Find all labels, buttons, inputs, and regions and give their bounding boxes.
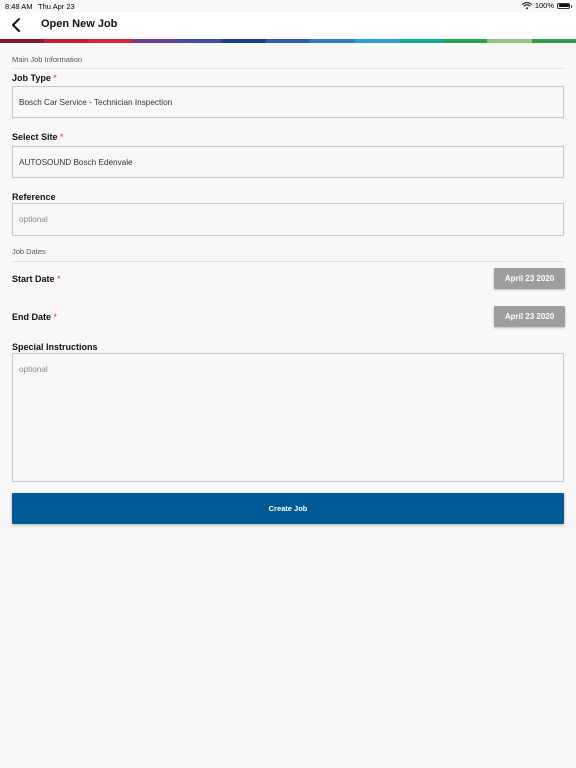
required-marker: * <box>57 274 61 284</box>
special-instructions-textarea[interactable]: optional <box>12 353 564 482</box>
reference-input[interactable]: optional <box>12 203 564 236</box>
section-job-dates: Job Dates <box>12 247 46 256</box>
battery-percent: 100% <box>534 1 554 10</box>
color-strip-segment <box>44 39 89 43</box>
special-instructions-label: Special Instructions <box>12 342 98 352</box>
status-bar: 8:48 AM Thu Apr 23 100% <box>0 0 576 12</box>
color-strip-segment <box>354 39 399 43</box>
color-strip-segment <box>0 39 45 43</box>
select-site-select[interactable]: AUTOSOUND Bosch Edenvale <box>12 146 564 178</box>
section-main-info: Main Job Information <box>12 55 83 64</box>
job-type-label: Job Type * <box>12 73 57 83</box>
color-strip-segment <box>221 39 266 43</box>
end-date-button[interactable]: April 23 2020 <box>494 306 565 327</box>
color-strip-segment <box>310 39 355 43</box>
create-job-button[interactable]: Create Job <box>12 493 564 524</box>
required-marker: * <box>60 132 64 142</box>
color-strip-segment <box>177 39 222 43</box>
end-date-label: End Date * <box>12 312 58 322</box>
chevron-left-icon <box>12 18 20 32</box>
wifi-icon <box>521 1 532 9</box>
color-strip-segment <box>443 39 488 43</box>
brand-color-strip <box>0 39 576 43</box>
section-divider <box>12 68 564 69</box>
select-site-value: AUTOSOUND Bosch Edenvale <box>19 157 133 167</box>
color-strip-segment <box>132 39 178 43</box>
required-marker: * <box>53 312 58 322</box>
select-site-label: Select Site * <box>12 132 64 142</box>
reference-placeholder: optional <box>19 215 48 224</box>
start-date-button[interactable]: April 23 2020 <box>494 268 565 289</box>
status-date: Thu Apr 23 <box>38 2 75 11</box>
color-strip-segment <box>265 39 311 43</box>
job-type-value: Bosch Car Service - Technician Inspectio… <box>19 97 173 107</box>
status-time: 8:48 AM <box>5 2 33 11</box>
page-title: Open New Job <box>41 18 118 30</box>
special-instructions-placeholder: optional <box>19 365 48 374</box>
color-strip-segment <box>88 39 133 43</box>
nav-header: Open New Job <box>0 12 576 39</box>
color-strip-segment <box>487 39 532 43</box>
battery-icon <box>557 2 572 9</box>
status-right: 100% <box>521 1 572 10</box>
required-marker: * <box>53 73 57 83</box>
section-divider <box>12 261 564 262</box>
color-strip-segment <box>531 39 576 43</box>
back-button[interactable] <box>8 16 26 34</box>
start-date-label: Start Date * <box>12 274 61 284</box>
reference-label: Reference <box>12 192 56 202</box>
job-type-select[interactable]: Bosch Car Service - Technician Inspectio… <box>12 86 564 118</box>
color-strip-segment <box>398 39 444 43</box>
